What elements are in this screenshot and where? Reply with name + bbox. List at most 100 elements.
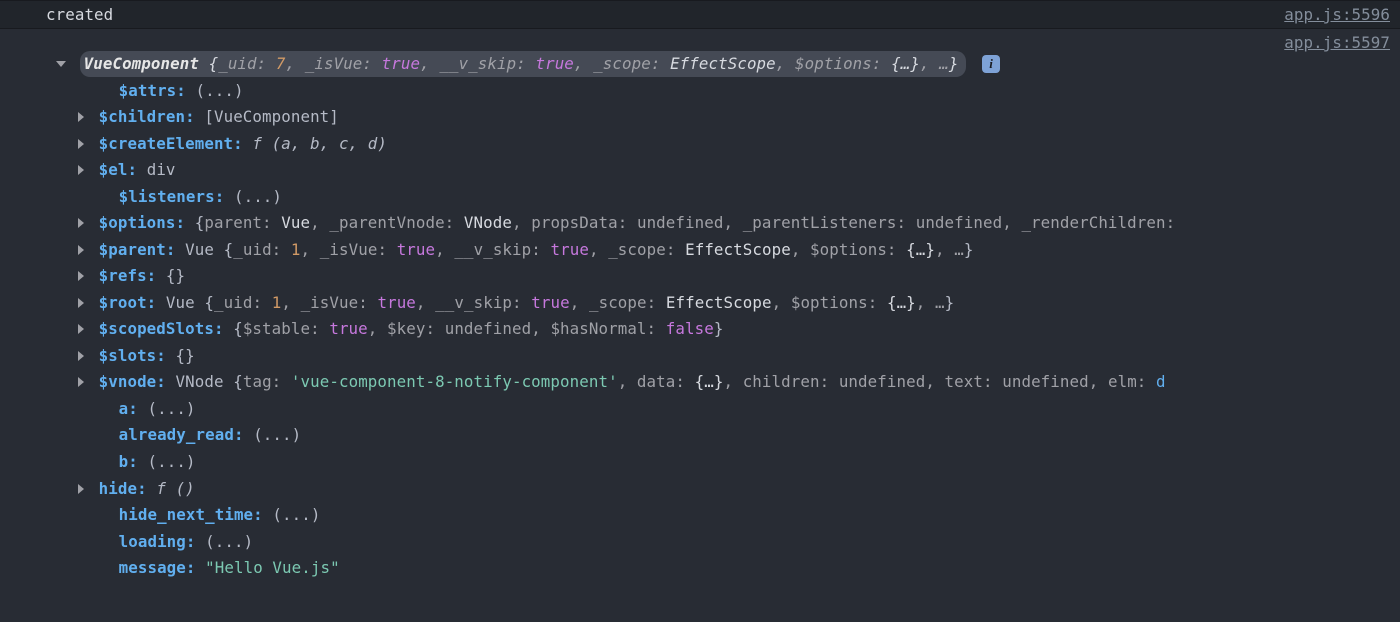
property-value[interactable]: div bbox=[147, 160, 176, 179]
preview-key: $hasNormal: bbox=[550, 319, 656, 338]
devtools-console: created app.js:5596 app.js:5597 VueCompo… bbox=[0, 0, 1400, 622]
constructor-name: Vue bbox=[185, 240, 214, 259]
property-row[interactable]: $scopedSlots: {$stable: true, $key: unde… bbox=[0, 316, 1400, 343]
property-value[interactable]: Vue {_uid: 1, _isVue: true, __v_skip: tr… bbox=[185, 240, 973, 259]
property-row[interactable]: hide_next_time: (...) bbox=[0, 502, 1400, 529]
preview-key: __v_skip: bbox=[435, 293, 522, 312]
preview-value: undefined bbox=[916, 213, 1003, 232]
preview-value: false bbox=[666, 319, 714, 338]
property-key: $createElement: bbox=[99, 134, 243, 153]
constructor-name: Vue bbox=[166, 293, 195, 312]
property-value[interactable]: (...) bbox=[234, 187, 282, 206]
property-key: $children: bbox=[99, 107, 195, 126]
disclosure-triangle-right-icon[interactable] bbox=[78, 377, 84, 387]
preview-key: propsData: bbox=[531, 213, 627, 232]
property-row[interactable]: $refs: {} bbox=[0, 263, 1400, 290]
property-value[interactable]: {} bbox=[176, 346, 195, 365]
preview-value: true bbox=[535, 54, 573, 73]
preview-key: parent: bbox=[204, 213, 271, 232]
preview-more: … bbox=[954, 240, 964, 259]
preview-value: true bbox=[531, 293, 569, 312]
preview-value: 1 bbox=[291, 240, 301, 259]
property-row[interactable]: $slots: {} bbox=[0, 343, 1400, 370]
property-row[interactable]: b: (...) bbox=[0, 449, 1400, 476]
property-value[interactable]: [VueComponent] bbox=[204, 107, 339, 126]
preview-value: {…} bbox=[887, 293, 916, 312]
preview-more: … bbox=[939, 54, 949, 73]
property-row[interactable]: $parent: Vue {_uid: 1, _isVue: true, __v… bbox=[0, 237, 1400, 264]
brace: { bbox=[233, 319, 243, 338]
disclosure-triangle-right-icon[interactable] bbox=[78, 484, 84, 494]
property-key: message: bbox=[119, 558, 196, 577]
disclosure-triangle-right-icon[interactable] bbox=[78, 245, 84, 255]
property-row[interactable]: $children: [VueComponent] bbox=[0, 104, 1400, 131]
property-key: $slots: bbox=[99, 346, 166, 365]
preview-key: _parentListeners: bbox=[743, 213, 906, 232]
preview-value: undefined bbox=[445, 319, 532, 338]
property-row[interactable]: $listeners: (...) bbox=[0, 184, 1400, 211]
property-key: hide: bbox=[99, 479, 147, 498]
disclosure-triangle-right-icon[interactable] bbox=[78, 165, 84, 175]
preview-key: $options: bbox=[810, 240, 897, 259]
property-value[interactable]: VNode {tag: 'vue-component-8-notify-comp… bbox=[176, 372, 1166, 391]
brace: { bbox=[224, 240, 234, 259]
property-row[interactable]: already_read: (...) bbox=[0, 422, 1400, 449]
preview-value: EffectScope bbox=[666, 293, 772, 312]
disclosure-triangle-down-icon[interactable] bbox=[56, 61, 66, 67]
property-value[interactable]: (...) bbox=[196, 81, 244, 100]
disclosure-triangle-right-icon[interactable] bbox=[78, 271, 84, 281]
preview-more: … bbox=[935, 293, 945, 312]
property-key: b: bbox=[119, 452, 138, 471]
property-row[interactable]: message: "Hello Vue.js" bbox=[0, 555, 1400, 582]
preview-key: _parentVnode: bbox=[329, 213, 454, 232]
disclosure-triangle-right-icon[interactable] bbox=[78, 324, 84, 334]
object-preview[interactable]: VueComponent {_uid: 7, _isVue: true, __v… bbox=[80, 51, 967, 77]
preview-key: $key: bbox=[387, 319, 435, 338]
preview-key: $options: bbox=[791, 293, 878, 312]
property-value[interactable]: "Hello Vue.js" bbox=[205, 558, 340, 577]
property-row[interactable]: $root: Vue {_uid: 1, _isVue: true, __v_s… bbox=[0, 290, 1400, 317]
brace: } bbox=[945, 293, 955, 312]
property-value[interactable]: {parent: Vue, _parentVnode: VNode, props… bbox=[195, 213, 1175, 232]
property-value[interactable]: (...) bbox=[147, 399, 195, 418]
disclosure-triangle-right-icon[interactable] bbox=[78, 351, 84, 361]
source-link[interactable]: app.js:5597 bbox=[1268, 29, 1390, 55]
property-key: $root: bbox=[99, 293, 157, 312]
property-value[interactable]: (...) bbox=[272, 505, 320, 524]
preview-key: _isVue: bbox=[320, 240, 387, 259]
property-value[interactable]: (...) bbox=[205, 532, 253, 551]
property-row[interactable]: a: (...) bbox=[0, 396, 1400, 423]
preview-value: true bbox=[551, 240, 589, 259]
disclosure-triangle-right-icon[interactable] bbox=[78, 218, 84, 228]
property-key: $parent: bbox=[99, 240, 176, 259]
source-link[interactable]: app.js:5596 bbox=[1268, 1, 1390, 28]
property-row[interactable]: hide: f () bbox=[0, 476, 1400, 503]
property-value[interactable]: {$stable: true, $key: undefined, $hasNor… bbox=[233, 319, 723, 338]
property-row[interactable]: $vnode: VNode {tag: 'vue-component-8-not… bbox=[0, 369, 1400, 396]
disclosure-triangle-right-icon[interactable] bbox=[78, 139, 84, 149]
preview-value: undefined bbox=[839, 372, 926, 391]
preview-value: EffectScope bbox=[670, 54, 776, 73]
preview-key: _scope: bbox=[593, 54, 660, 73]
property-value[interactable]: {} bbox=[166, 266, 185, 285]
property-row[interactable]: $el: div bbox=[0, 157, 1400, 184]
info-badge-icon[interactable]: i bbox=[982, 55, 1000, 73]
property-row[interactable]: loading: (...) bbox=[0, 529, 1400, 556]
property-row[interactable]: $options: {parent: Vue, _parentVnode: VN… bbox=[0, 210, 1400, 237]
preview-key: _uid: bbox=[214, 293, 262, 312]
disclosure-triangle-right-icon[interactable] bbox=[78, 112, 84, 122]
preview-key: _renderChildren: bbox=[1021, 213, 1175, 232]
property-row[interactable]: $createElement: f (a, b, c, d) bbox=[0, 131, 1400, 158]
preview-value: true bbox=[329, 319, 367, 338]
constructor-name: VNode bbox=[176, 372, 224, 391]
property-value[interactable]: (...) bbox=[147, 452, 195, 471]
property-value[interactable]: Vue {_uid: 1, _isVue: true, __v_skip: tr… bbox=[166, 293, 954, 312]
preview-value: {…} bbox=[906, 240, 935, 259]
disclosure-triangle-right-icon[interactable] bbox=[78, 298, 84, 308]
console-log-row[interactable]: created app.js:5596 bbox=[0, 0, 1400, 28]
property-value[interactable]: (...) bbox=[253, 425, 301, 444]
brace: { bbox=[195, 213, 205, 232]
property-row[interactable]: $attrs: (...) bbox=[0, 78, 1400, 105]
preview-value: 7 bbox=[276, 54, 286, 73]
property-key: $refs: bbox=[99, 266, 157, 285]
